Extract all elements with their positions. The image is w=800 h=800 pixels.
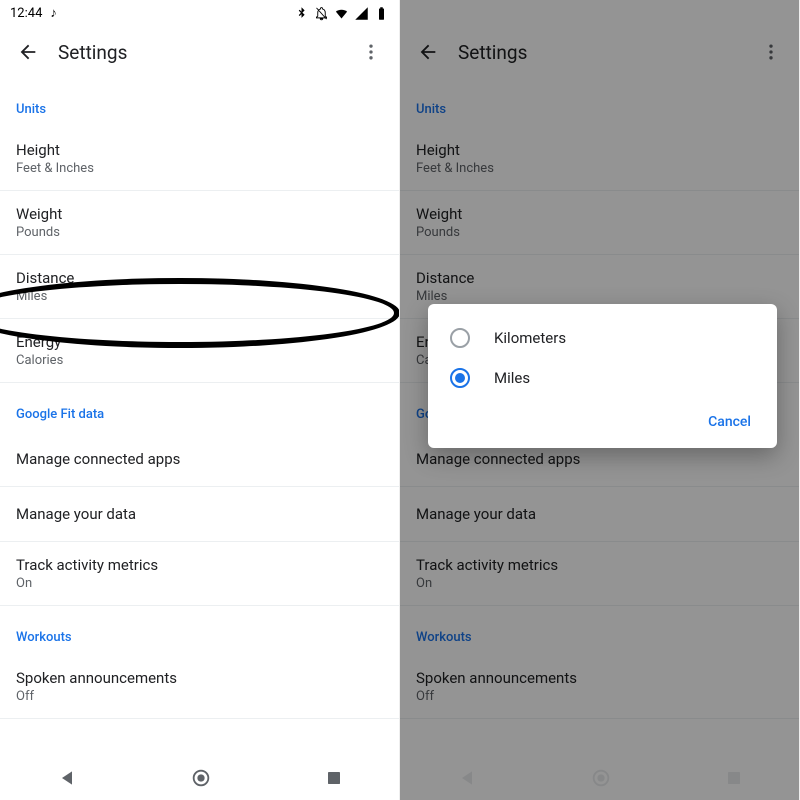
setting-title: Spoken announcements bbox=[16, 669, 383, 687]
wifi-icon bbox=[334, 6, 349, 21]
setting-sub: Calories bbox=[16, 353, 383, 368]
screen-settings-dialog: 12:44 ♪ Settings Units Height Feet & Inc… bbox=[400, 0, 800, 800]
setting-title: Manage your data bbox=[16, 505, 383, 523]
setting-title: Weight bbox=[16, 205, 383, 223]
setting-your-data[interactable]: Manage your data bbox=[0, 487, 399, 542]
settings-list[interactable]: Units Height Feet & Inches Weight Pounds… bbox=[0, 78, 399, 756]
setting-title: Height bbox=[16, 141, 383, 159]
section-header-workouts: Workouts bbox=[0, 606, 399, 655]
more-vert-icon bbox=[361, 42, 381, 62]
setting-sub: Feet & Inches bbox=[16, 161, 383, 176]
nav-back-icon[interactable] bbox=[57, 768, 77, 788]
cancel-button[interactable]: Cancel bbox=[700, 408, 759, 436]
nav-recent-icon[interactable] bbox=[325, 769, 343, 787]
setting-title: Distance bbox=[16, 269, 383, 287]
setting-connected-apps[interactable]: Manage connected apps bbox=[0, 432, 399, 487]
screen-settings: 12:44 ♪ Settings Units Height Feet & Inc… bbox=[0, 0, 400, 800]
nav-home-icon[interactable] bbox=[190, 767, 212, 789]
setting-height[interactable]: Height Feet & Inches bbox=[0, 127, 399, 191]
radio-label: Miles bbox=[494, 369, 530, 387]
setting-title: Energy bbox=[16, 333, 383, 351]
distance-unit-dialog: Kilometers Miles Cancel bbox=[428, 304, 777, 448]
section-header-fit: Google Fit data bbox=[0, 383, 399, 432]
setting-distance[interactable]: Distance Miles bbox=[0, 255, 399, 319]
arrow-back-icon bbox=[17, 41, 39, 63]
battery-icon bbox=[374, 6, 389, 21]
setting-sub: Pounds bbox=[16, 225, 383, 240]
dnd-icon bbox=[314, 6, 329, 21]
back-button[interactable] bbox=[10, 34, 46, 70]
overflow-button[interactable] bbox=[353, 34, 389, 70]
status-bar: 12:44 ♪ bbox=[0, 0, 399, 26]
bluetooth-icon bbox=[294, 6, 309, 21]
setting-title: Track activity metrics bbox=[16, 556, 383, 574]
radio-option-miles[interactable]: Miles bbox=[428, 358, 777, 398]
status-icons-right bbox=[294, 6, 389, 21]
signal-icon bbox=[354, 6, 369, 21]
app-bar: Settings bbox=[0, 26, 399, 78]
system-nav bbox=[0, 756, 399, 800]
radio-inner-icon bbox=[455, 373, 465, 383]
radio-icon bbox=[450, 328, 470, 348]
setting-sub: On bbox=[16, 576, 383, 591]
setting-spoken[interactable]: Spoken announcements Off bbox=[0, 655, 399, 719]
music-icon: ♪ bbox=[50, 5, 57, 21]
setting-sub: Off bbox=[16, 689, 383, 704]
status-time: 12:44 bbox=[10, 6, 42, 21]
radio-option-kilometers[interactable]: Kilometers bbox=[428, 318, 777, 358]
setting-energy[interactable]: Energy Calories bbox=[0, 319, 399, 383]
setting-track-metrics[interactable]: Track activity metrics On bbox=[0, 542, 399, 606]
page-title: Settings bbox=[58, 41, 353, 64]
setting-sub: Miles bbox=[16, 289, 383, 304]
section-header-units: Units bbox=[0, 78, 399, 127]
radio-label: Kilometers bbox=[494, 329, 566, 347]
radio-icon-selected bbox=[450, 368, 470, 388]
setting-title: Manage connected apps bbox=[16, 450, 383, 468]
setting-weight[interactable]: Weight Pounds bbox=[0, 191, 399, 255]
